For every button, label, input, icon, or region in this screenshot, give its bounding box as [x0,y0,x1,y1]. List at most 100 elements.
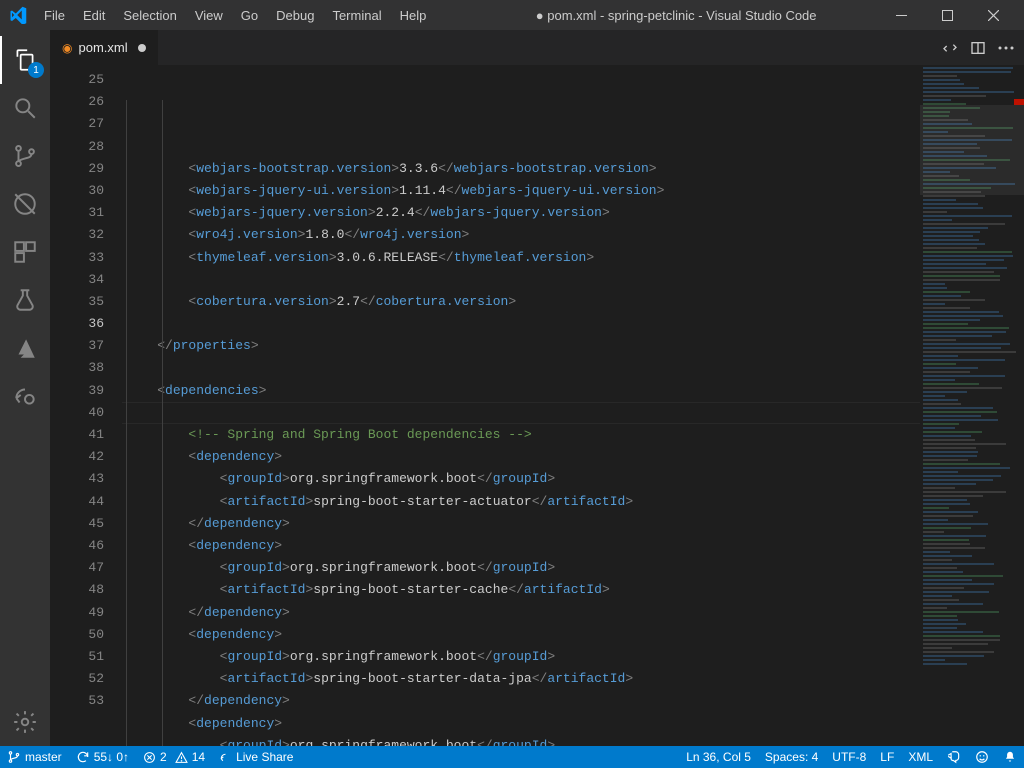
line-number: 34 [50,269,104,291]
line-number: 50 [50,624,104,646]
feedback-icon[interactable] [940,750,968,764]
titlebar: FileEditSelectionViewGoDebugTerminalHelp… [0,0,1024,30]
code-line[interactable]: <artifactId>spring-boot-starter-data-jpa… [122,668,920,690]
code-line[interactable]: <dependencies> [122,380,920,402]
line-number: 30 [50,180,104,202]
testing-icon[interactable] [0,276,50,324]
line-number: 31 [50,202,104,224]
language-status[interactable]: XML [901,750,940,764]
code-line[interactable]: <webjars-jquery-ui.version>1.11.4</webja… [122,180,920,202]
code-line[interactable] [122,269,920,291]
line-number: 25 [50,69,104,91]
azure-icon[interactable] [0,324,50,372]
dirty-indicator-icon [138,44,146,52]
line-number: 45 [50,513,104,535]
code-line[interactable] [122,402,920,424]
line-number: 53 [50,690,104,712]
menu-go[interactable]: Go [233,4,266,27]
search-icon[interactable] [0,84,50,132]
tab-pom-xml[interactable]: ◉ pom.xml [50,30,159,65]
code-line[interactable]: <dependency> [122,535,920,557]
close-button[interactable] [970,0,1016,30]
code-region[interactable]: 2526272829303132333435363738394041424344… [50,65,1024,746]
menu-help[interactable]: Help [392,4,435,27]
line-number: 41 [50,424,104,446]
extensions-icon[interactable] [0,228,50,276]
code-line[interactable]: <webjars-bootstrap.version>3.3.6</webjar… [122,158,920,180]
line-number: 26 [50,91,104,113]
menu-terminal[interactable]: Terminal [324,4,389,27]
line-number: 38 [50,357,104,379]
live-share-icon[interactable] [0,372,50,420]
code-line[interactable]: <dependency> [122,624,920,646]
code-line[interactable]: </dependency> [122,602,920,624]
line-number: 32 [50,224,104,246]
line-number-gutter: 2526272829303132333435363738394041424344… [50,65,122,746]
vscode-logo-icon [8,5,28,25]
minimize-button[interactable] [878,0,924,30]
code-line[interactable]: </dependency> [122,513,920,535]
menu-debug[interactable]: Debug [268,4,322,27]
code-line[interactable]: </dependency> [122,690,920,712]
line-number: 46 [50,535,104,557]
status-bar: master 55↓ 0↑ 2 14 Live Share Ln 36, Col… [0,746,1024,768]
code-line[interactable]: <!-- Spring and Spring Boot dependencies… [122,424,920,446]
explorer-icon[interactable]: 1 [0,36,50,84]
code-line[interactable]: <artifactId>spring-boot-starter-cache</a… [122,579,920,601]
line-number: 33 [50,247,104,269]
tab-label: pom.xml [78,40,127,55]
compare-changes-icon[interactable] [942,40,958,56]
encoding-status[interactable]: UTF-8 [825,750,873,764]
editor-content[interactable]: <webjars-bootstrap.version>3.3.6</webjar… [122,65,920,746]
line-number: 48 [50,579,104,601]
line-number: 52 [50,668,104,690]
notifications-icon[interactable] [996,750,1024,764]
line-number: 37 [50,335,104,357]
menu-file[interactable]: File [36,4,73,27]
activity-bar: 1 [0,30,50,746]
minimap[interactable] [920,65,1024,746]
code-line[interactable]: <thymeleaf.version>3.0.6.RELEASE</thymel… [122,247,920,269]
line-number: 42 [50,446,104,468]
code-line[interactable]: <groupId>org.springframework.boot</group… [122,468,920,490]
settings-gear-icon[interactable] [0,698,50,746]
tweet-feedback-icon[interactable] [968,750,996,764]
line-number: 43 [50,468,104,490]
menu-view[interactable]: View [187,4,231,27]
code-line[interactable]: </properties> [122,335,920,357]
indentation-status[interactable]: Spaces: 4 [758,750,825,764]
code-line[interactable]: <artifactId>spring-boot-starter-actuator… [122,491,920,513]
tab-bar: ◉ pom.xml [50,30,1024,65]
problems-status[interactable]: 2 14 [136,746,212,768]
code-line[interactable] [122,358,920,380]
split-editor-icon[interactable] [970,40,986,56]
maximize-button[interactable] [924,0,970,30]
code-line[interactable]: <dependency> [122,446,920,468]
live-share-status[interactable]: Live Share [212,746,300,768]
menu-bar: FileEditSelectionViewGoDebugTerminalHelp [36,4,434,27]
git-branch-status[interactable]: master [0,746,69,768]
code-line[interactable]: <groupId>org.springframework.boot</group… [122,557,920,579]
menu-selection[interactable]: Selection [115,4,184,27]
line-number: 29 [50,158,104,180]
debug-icon[interactable] [0,180,50,228]
source-control-icon[interactable] [0,132,50,180]
eol-status[interactable]: LF [873,750,901,764]
line-number: 27 [50,113,104,135]
code-line[interactable]: <webjars-jquery.version>2.2.4</webjars-j… [122,202,920,224]
more-actions-icon[interactable] [998,46,1014,50]
sync-status[interactable]: 55↓ 0↑ [69,746,136,768]
line-number: 47 [50,557,104,579]
code-line[interactable]: <groupId>org.springframework.boot</group… [122,646,920,668]
menu-edit[interactable]: Edit [75,4,113,27]
code-line[interactable]: <wro4j.version>1.8.0</wro4j.version> [122,224,920,246]
code-line[interactable]: <groupId>org.springframework.boot</group… [122,735,920,746]
line-number: 49 [50,602,104,624]
xml-file-icon: ◉ [62,41,72,55]
cursor-position-status[interactable]: Ln 36, Col 5 [679,750,758,764]
line-number: 35 [50,291,104,313]
code-line[interactable] [122,313,920,335]
code-line[interactable]: <dependency> [122,713,920,735]
editor-area: ◉ pom.xml 252627282930313233343536373839… [50,30,1024,746]
code-line[interactable]: <cobertura.version>2.7</cobertura.versio… [122,291,920,313]
